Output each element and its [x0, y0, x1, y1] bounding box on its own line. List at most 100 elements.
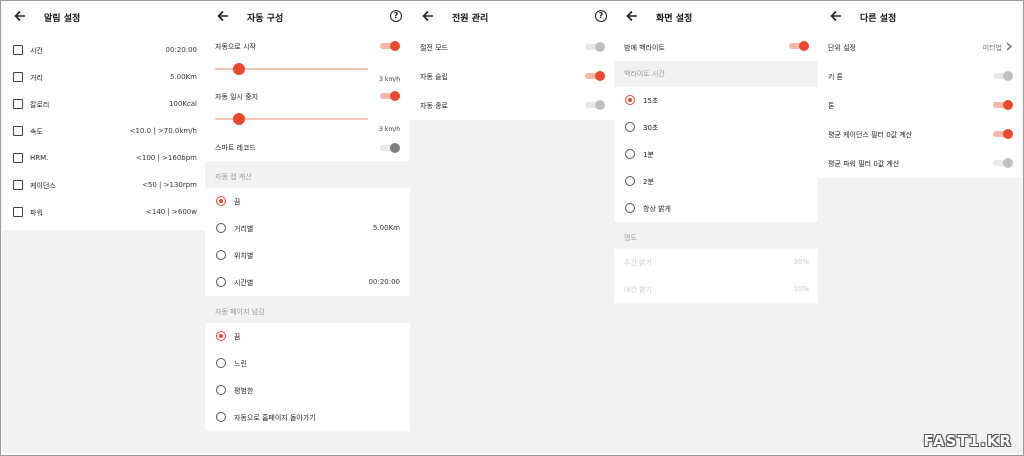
lap-option-time[interactable]: 시간별 00:20:00: [205, 269, 410, 296]
night-brightness-row[interactable]: 야간 밝기 10%: [614, 276, 819, 303]
power-options: 절전 모드 자동 슬립 자동 종료: [410, 33, 615, 120]
radio-button[interactable]: [625, 95, 635, 105]
radio-button[interactable]: [216, 196, 226, 206]
smart-record-label: 스마트 레코드: [215, 144, 256, 152]
chevron-right-icon: [1006, 42, 1012, 51]
checkbox[interactable]: [13, 45, 23, 55]
avg-cadence-filter-row[interactable]: 평균 케이던스 필터 0값 계산: [818, 120, 1023, 149]
avg-power-filter-row[interactable]: 평균 파워 필터 0값 계산: [818, 149, 1023, 178]
smart-record-toggle[interactable]: [380, 143, 400, 153]
back-arrow-icon[interactable]: [626, 9, 638, 23]
auto-start-row[interactable]: 자동으로 시작: [205, 33, 410, 57]
radio-button[interactable]: [216, 385, 226, 395]
auto-shutdown-toggle[interactable]: [585, 100, 605, 110]
auto-start-slider[interactable]: 3 km/h: [205, 57, 410, 83]
alert-item-cadence[interactable]: 케이던스 <50 | >130rpm: [2, 172, 207, 199]
radio-button[interactable]: [625, 203, 635, 213]
checkbox[interactable]: [13, 153, 23, 163]
alert-item-power[interactable]: 파워 <140 | >600w: [2, 199, 207, 226]
checkbox[interactable]: [13, 126, 23, 136]
item-label: 속도: [30, 128, 43, 136]
alert-item-hrm[interactable]: HRM. <100 | >160bpm: [2, 145, 207, 172]
help-icon[interactable]: ?: [390, 10, 402, 22]
page-title: 자동 구성: [247, 14, 284, 24]
backlight-option-30s[interactable]: 30초: [614, 114, 819, 141]
auto-pause-label: 자동 일시 중지: [215, 93, 259, 101]
checkbox[interactable]: [13, 180, 23, 190]
option-label: 절전 모드: [420, 44, 448, 52]
page-title: 화면 설정: [656, 14, 693, 24]
radio-button[interactable]: [625, 149, 635, 159]
tone-toggle[interactable]: [993, 100, 1013, 110]
auto-page-section-label: 자동 페이지 넘김: [215, 308, 265, 316]
auto-shutdown-row[interactable]: 자동 종료: [410, 91, 615, 120]
page-option-slow[interactable]: 느린: [205, 350, 410, 377]
backlight-option-2m[interactable]: 2분: [614, 168, 819, 195]
back-arrow-icon[interactable]: [217, 9, 229, 23]
backlight-option-always[interactable]: 항상 밝게: [614, 195, 819, 222]
avg-cadence-filter-toggle[interactable]: [993, 129, 1013, 139]
slider-thumb[interactable]: [233, 113, 245, 125]
item-label: 시간: [30, 47, 43, 55]
backlight-option-15s[interactable]: 15초: [614, 87, 819, 114]
radio-button[interactable]: [216, 277, 226, 287]
lap-option-off[interactable]: 끔: [205, 188, 410, 215]
tone-row[interactable]: 톤: [818, 91, 1023, 120]
option-label: 톤: [828, 102, 835, 110]
auto-sleep-toggle[interactable]: [585, 71, 605, 81]
key-tone-toggle[interactable]: [993, 71, 1013, 81]
radio-button[interactable]: [216, 331, 226, 341]
lap-option-distance[interactable]: 거리별 5.00Km: [205, 215, 410, 242]
display-settings-panel: 화면 설정 밤에 백라이트 백라이트 시간 15초 30초 1분 2분 항상 밝…: [614, 1, 819, 454]
night-backlight-row[interactable]: 밤에 백라이트: [614, 33, 819, 61]
radio-button[interactable]: [625, 122, 635, 132]
checkbox[interactable]: [13, 207, 23, 217]
item-value: 00:20:00: [165, 46, 197, 54]
slider-thumb[interactable]: [233, 63, 245, 75]
item-value: 5.00Km: [170, 73, 197, 81]
radio-button[interactable]: [216, 223, 226, 233]
option-label: 거리별: [234, 225, 254, 233]
option-label: 야간 밝기: [624, 286, 652, 294]
night-backlight-toggle[interactable]: [789, 41, 809, 51]
radio-button[interactable]: [216, 412, 226, 422]
option-value: 00:20:00: [368, 278, 400, 286]
option-label: 자동 종료: [420, 102, 448, 110]
help-icon[interactable]: ?: [595, 10, 607, 22]
radio-button[interactable]: [625, 176, 635, 186]
back-arrow-icon[interactable]: [830, 9, 842, 23]
auto-pause-toggle[interactable]: [380, 91, 400, 101]
avg-power-filter-toggle[interactable]: [993, 158, 1013, 168]
page-option-normal[interactable]: 평범한: [205, 377, 410, 404]
lap-option-location[interactable]: 위치별: [205, 242, 410, 269]
auto-lap-section-label: 자동 랩 계산: [215, 173, 252, 181]
alert-item-time[interactable]: 시간 00:20:00: [2, 37, 207, 64]
radio-button[interactable]: [216, 358, 226, 368]
page-option-return-home[interactable]: 자동으로 홈페이지 돌아가기: [205, 404, 410, 431]
day-brightness-row[interactable]: 주간 밝기 30%: [614, 249, 819, 276]
smart-record-row[interactable]: 스마트 레코드: [205, 133, 410, 161]
option-value: 5.00Km: [373, 224, 400, 232]
auto-start-toggle[interactable]: [380, 41, 400, 51]
power-saving-toggle[interactable]: [585, 42, 605, 52]
page-option-off[interactable]: 끔: [205, 323, 410, 350]
option-label: 주간 밝기: [624, 259, 652, 267]
power-saving-row[interactable]: 절전 모드: [410, 33, 615, 62]
back-arrow-icon[interactable]: [422, 9, 434, 23]
auto-sleep-row[interactable]: 자동 슬립: [410, 62, 615, 91]
alert-item-speed[interactable]: 속도 <10.0 | >70.0km/h: [2, 118, 207, 145]
auto-pause-row[interactable]: 자동 일시 중지: [205, 83, 410, 107]
checkbox[interactable]: [13, 99, 23, 109]
backlight-option-1m[interactable]: 1분: [614, 141, 819, 168]
radio-button[interactable]: [216, 250, 226, 260]
alert-item-distance[interactable]: 거리 5.00Km: [2, 64, 207, 91]
alert-item-calorie[interactable]: 칼로리 100Kcal: [2, 91, 207, 118]
option-label: 밤에 백라이트: [624, 44, 665, 52]
unit-setting-row[interactable]: 단위 설정 미터법: [818, 33, 1023, 62]
back-arrow-icon[interactable]: [14, 9, 26, 23]
slider-value: 3 km/h: [379, 76, 400, 83]
slider-value: 3 km/h: [379, 126, 400, 133]
key-tone-row[interactable]: 키 톤: [818, 62, 1023, 91]
checkbox[interactable]: [13, 72, 23, 82]
auto-pause-slider[interactable]: 3 km/h: [205, 107, 410, 133]
